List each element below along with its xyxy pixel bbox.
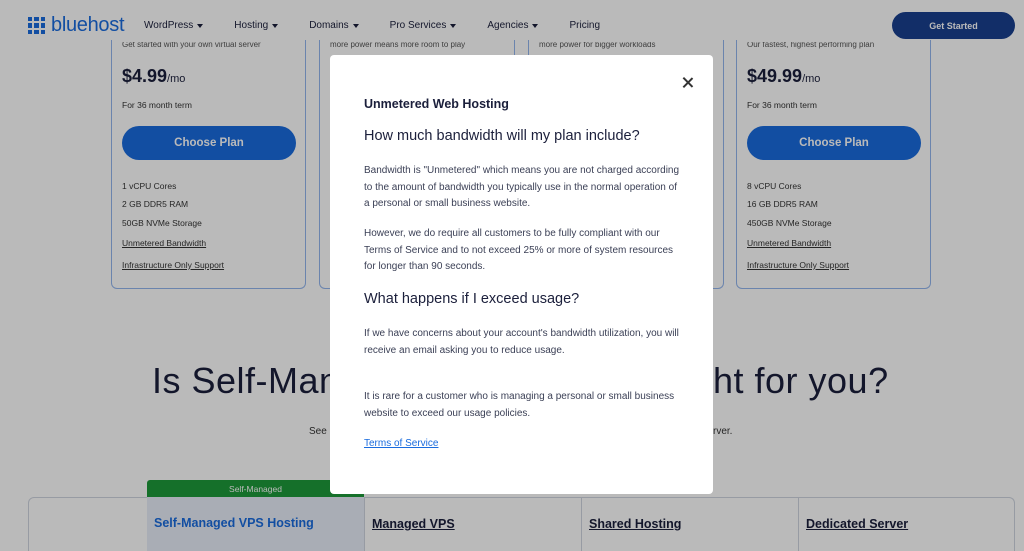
modal-paragraph: If we have concerns about your account's… [364,328,679,356]
modal-question-usage: What happens if I exceed usage? [364,291,580,307]
bandwidth-info-modal: Unmetered Web Hosting How much bandwidth… [330,55,713,494]
modal-paragraph: However, we do require all customers to … [364,228,674,272]
close-icon[interactable] [680,75,696,91]
modal-title: Unmetered Web Hosting [364,97,509,111]
terms-of-service-link[interactable]: Terms of Service [364,438,438,449]
modal-paragraph: It is rare for a customer who is managin… [364,391,675,419]
modal-question-bandwidth: How much bandwidth will my plan include? [364,128,640,144]
modal-paragraph: Bandwidth is "Unmetered" which means you… [364,165,680,209]
